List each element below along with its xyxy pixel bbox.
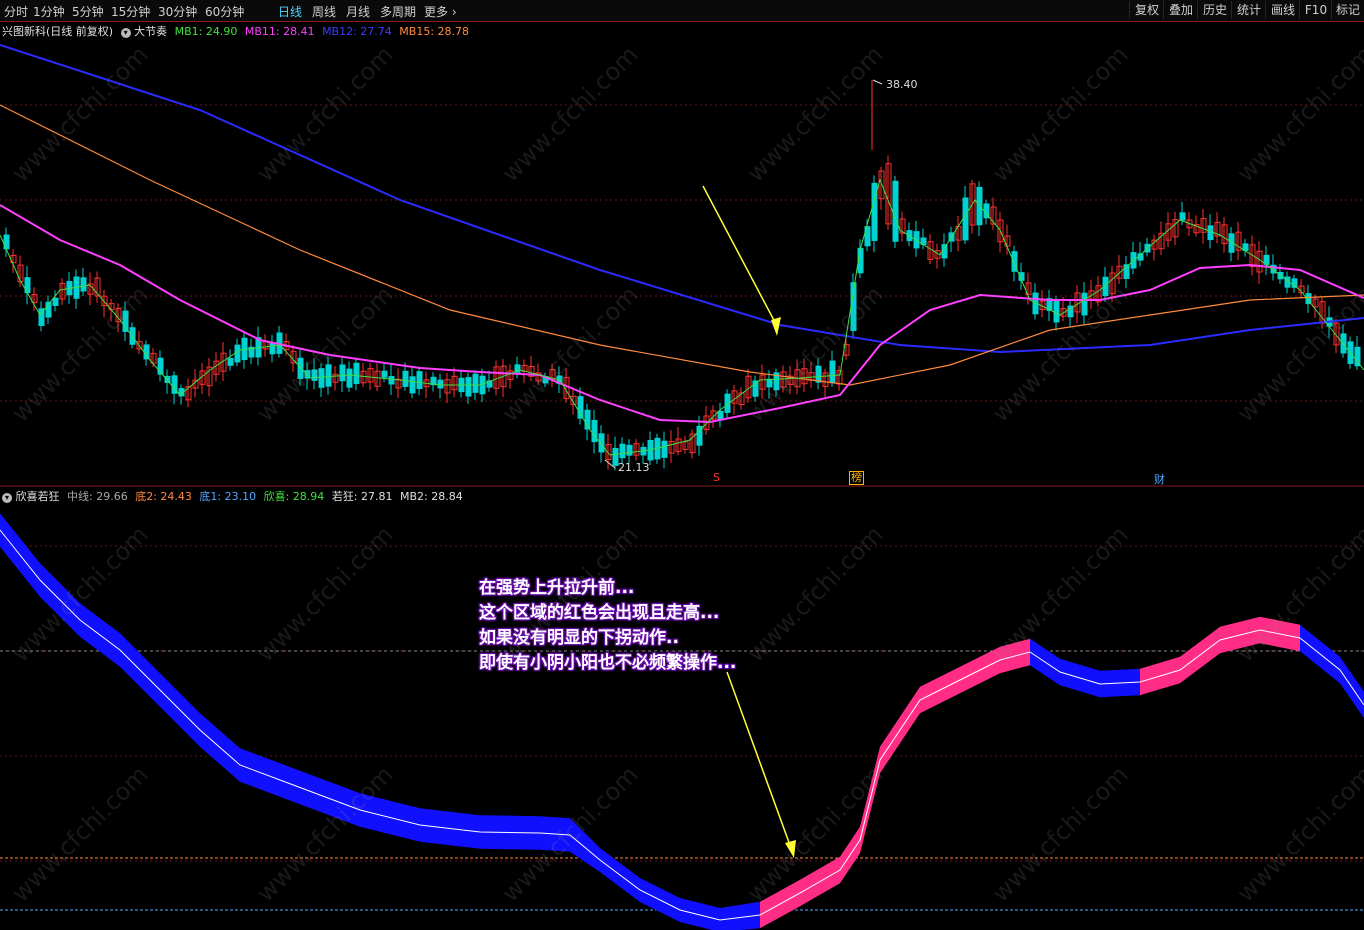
candle-body xyxy=(339,364,346,382)
candle-body xyxy=(122,310,129,332)
main-panel-gridlines xyxy=(0,104,1364,402)
di2-value: 底2: 24.43 xyxy=(135,490,192,503)
candle-body xyxy=(381,370,388,378)
candle-body xyxy=(311,369,318,381)
marker-s[interactable]: S xyxy=(713,471,720,484)
candle-body xyxy=(717,410,724,420)
stock-name: 兴图新科(日线 前复权) xyxy=(2,25,114,38)
marker-cai[interactable]: 财 xyxy=(1154,471,1165,487)
high-pointer xyxy=(872,79,883,85)
candle-body xyxy=(1179,212,1186,221)
xinxi-value: 欣喜: 28.94 xyxy=(263,490,325,503)
band-segment-blue xyxy=(570,818,600,872)
candle-body xyxy=(661,440,668,458)
mb2-value: MB2: 28.84 xyxy=(400,490,463,503)
candle-body xyxy=(437,379,444,389)
zhongxian-value: 中线: 29.66 xyxy=(67,490,128,503)
annotation-text: 在强势上升拉升前... 这个区域的红色会出现且走高... 如果没有明显的下拐动作… xyxy=(479,576,736,676)
sub-indicator-title: ▾ 欣喜若狂 中线: 29.66 底2: 24.43 底1: 23.10 欣喜:… xyxy=(2,488,463,504)
annotation-line-2: 这个区域的红色会出现且走高... xyxy=(479,603,720,623)
band-segment-blue xyxy=(680,898,720,930)
mb1-line xyxy=(0,178,1364,456)
candle-body xyxy=(626,444,633,456)
candle-body xyxy=(388,376,395,385)
candle-body xyxy=(143,344,150,360)
candle-body xyxy=(1081,292,1088,316)
mb12-value: MB12: 27.74 xyxy=(322,25,392,38)
candle-body xyxy=(269,342,276,355)
annotation-line-3: 如果没有明显的下拐动作.. xyxy=(479,628,679,648)
candle-body xyxy=(829,360,836,384)
candle-body xyxy=(465,377,472,397)
candle-body xyxy=(619,443,626,459)
candle-body xyxy=(346,368,353,388)
indicator-name[interactable]: 大节奏 xyxy=(134,25,167,38)
sub-indicator-name[interactable]: 欣喜若狂 xyxy=(16,490,60,503)
annotation-arrow-bottom xyxy=(726,671,792,849)
candle-body xyxy=(962,197,969,241)
candle-body xyxy=(409,376,416,394)
annotation-arrowhead-top xyxy=(771,317,781,336)
annotation-line-1: 在强势上升拉升前... xyxy=(479,578,635,598)
candle-body xyxy=(1354,346,1361,367)
marker-bang[interactable]: 榜 xyxy=(849,471,864,485)
candle-body xyxy=(892,180,899,242)
candle-body xyxy=(1053,300,1060,323)
candle-body xyxy=(297,357,304,379)
candle-body xyxy=(227,358,234,366)
candle-body xyxy=(52,297,59,306)
sub-dropdown-icon[interactable]: ▾ xyxy=(2,493,12,503)
mb11-value: MB11: 28.41 xyxy=(244,25,315,38)
candle-body xyxy=(472,373,479,393)
candle-body xyxy=(318,368,325,388)
candle-body xyxy=(402,370,409,387)
candle-body xyxy=(766,378,773,388)
mb15-value: MB15: 28.78 xyxy=(399,25,470,38)
high-price-label: 38.40 xyxy=(886,78,918,91)
candle-body xyxy=(164,375,171,383)
chart-canvas[interactable] xyxy=(0,0,1364,930)
candle-body xyxy=(325,364,332,387)
candle-body xyxy=(1207,225,1214,241)
low-price-label: 21.13 xyxy=(618,461,650,474)
candle-body xyxy=(1340,333,1347,354)
stock-title: 兴图新科(日线 前复权) ▾ 大节奏 MB1: 24.90 MB11: 28.4… xyxy=(2,23,469,39)
candle-body xyxy=(815,365,822,383)
candle-body xyxy=(416,371,423,390)
annotation-arrowhead-bottom xyxy=(785,840,796,858)
candle-body xyxy=(234,344,241,363)
annotation-line-4: 即使有小阴小阳也不必频繁操作... xyxy=(479,653,737,673)
candle-body xyxy=(353,362,360,384)
mb12-line xyxy=(0,44,1364,354)
ruokuang-value: 若狂: 27.81 xyxy=(331,490,393,503)
candle-body xyxy=(80,277,87,292)
di1-value: 底1: 23.10 xyxy=(199,490,257,503)
indicator-dropdown-icon[interactable]: ▾ xyxy=(120,28,131,38)
mb1-value: MB1: 24.90 xyxy=(174,25,238,38)
